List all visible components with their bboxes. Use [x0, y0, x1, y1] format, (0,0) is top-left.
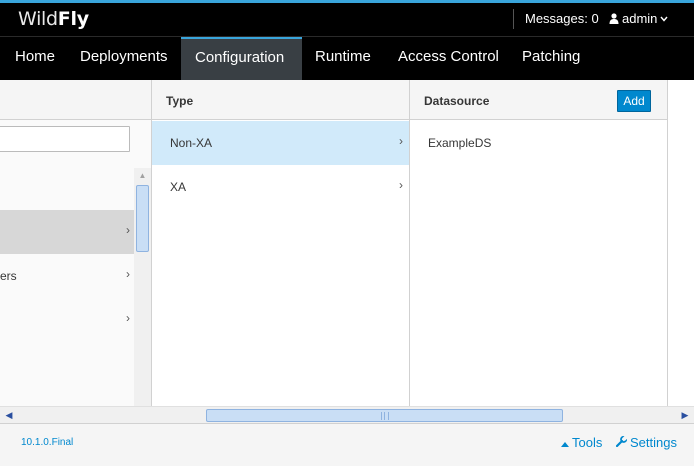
user-menu[interactable]: admin [609, 11, 668, 26]
subsystem-column-header [0, 80, 151, 120]
filter-input[interactable] [0, 126, 130, 152]
user-icon [609, 13, 619, 24]
nav-deployments[interactable]: Deployments [66, 37, 182, 81]
nav-home[interactable]: Home [1, 37, 69, 81]
nav-access-control[interactable]: Access Control [384, 37, 513, 81]
nav-configuration[interactable]: Configuration [181, 37, 302, 81]
footer: 10.1.0.Final Tools Settings [0, 423, 694, 466]
chevron-right-icon: › [126, 267, 130, 281]
datasource-item-exampleds[interactable]: ExampleDS [428, 136, 491, 150]
nav-patching[interactable]: Patching [508, 37, 594, 81]
list-item[interactable]: › [0, 210, 134, 254]
datasource-column-header: Datasource Add [410, 80, 667, 120]
list-item[interactable]: › [0, 298, 134, 342]
vertical-scrollbar[interactable]: ▲ [134, 168, 151, 406]
subsystem-column: › ers › › ▲ [0, 80, 152, 406]
nav-runtime[interactable]: Runtime [301, 37, 385, 81]
type-column-title: Type [166, 94, 194, 108]
horizontal-scrollbar[interactable]: ◀ ▶ [0, 406, 694, 423]
scroll-left-arrow-icon[interactable]: ◀ [1, 408, 17, 423]
type-column-header: Type [152, 80, 409, 120]
version-link[interactable]: 10.1.0.Final [21, 437, 73, 448]
datasource-column-title: Datasource [424, 94, 490, 108]
scrollbar-grip-icon [381, 412, 389, 420]
chevron-right-icon: › [399, 134, 403, 148]
masthead: WildFly Messages: 0 admin [0, 0, 694, 36]
type-item-xa[interactable]: XA › [152, 165, 409, 209]
settings-link[interactable]: Settings [615, 435, 677, 450]
chevron-right-icon: › [126, 223, 130, 237]
horizontal-scrollbar-thumb[interactable] [206, 409, 563, 422]
header-divider [513, 9, 514, 29]
list-item[interactable]: ers › [0, 254, 134, 298]
tools-link[interactable]: Tools [561, 435, 602, 450]
scroll-up-arrow-icon[interactable]: ▲ [134, 168, 151, 184]
user-name: admin [622, 11, 658, 26]
caret-up-icon [561, 435, 569, 450]
scrollbar-thumb[interactable] [136, 185, 149, 252]
chevron-down-icon [660, 16, 668, 22]
chevron-right-icon: › [126, 311, 130, 325]
messages-link[interactable]: Messages: 0 [525, 11, 599, 26]
wrench-icon [615, 435, 628, 450]
chevron-right-icon: › [399, 178, 403, 192]
scroll-right-arrow-icon[interactable]: ▶ [677, 408, 693, 423]
type-item-non-xa[interactable]: Non-XA › [152, 121, 409, 165]
type-column: Type Non-XA › XA › [152, 80, 410, 406]
datasource-column: Datasource Add ExampleDS [410, 80, 668, 406]
add-datasource-button[interactable]: Add [617, 90, 651, 112]
wildfly-logo[interactable]: WildFly [18, 8, 89, 30]
main-navigation: Home Deployments Configuration Runtime A… [0, 36, 694, 81]
